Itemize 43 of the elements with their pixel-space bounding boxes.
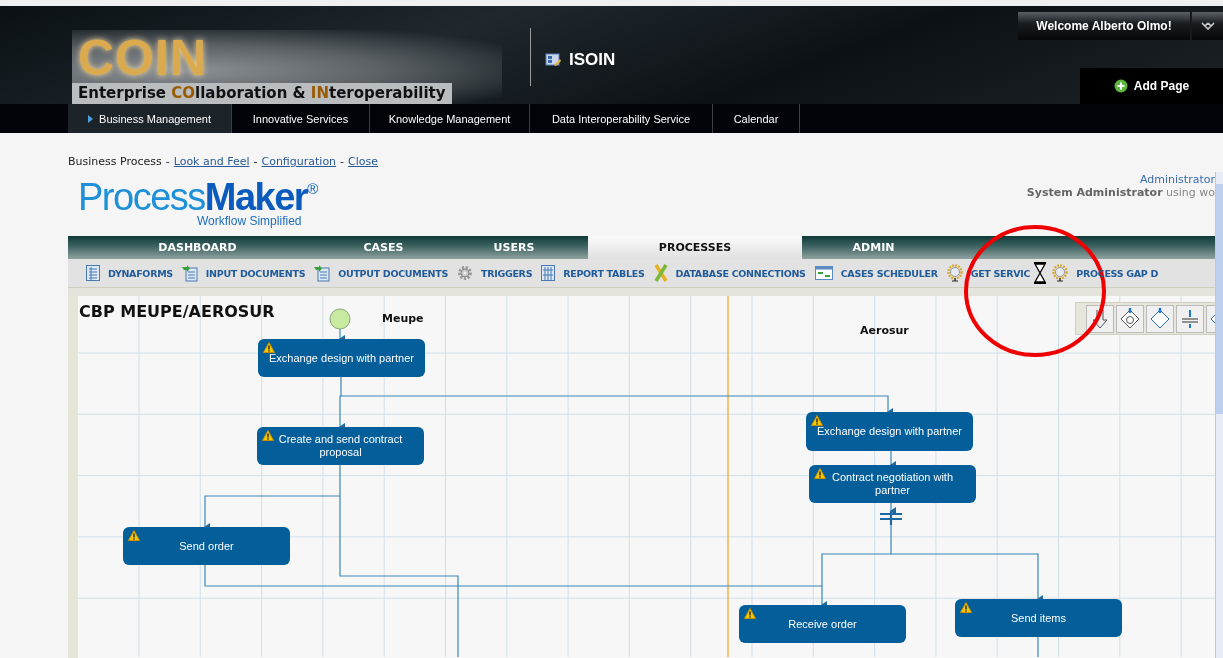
task-label: Send order — [179, 539, 234, 553]
menu-tab[interactable]: DASHBOARD — [68, 236, 327, 259]
task-label: Exchange design with partner — [817, 425, 962, 438]
nav-tab[interactable]: Business Management — [68, 104, 232, 133]
task-label: Contract negotiation with partner — [830, 471, 955, 497]
logo-tagline: Enterprise COllaboration & INteroperability — [72, 83, 452, 104]
separator-text: - — [340, 155, 345, 169]
toolbar-item[interactable]: OUTPUT DOCUMENTS — [314, 264, 448, 282]
breadcrumb-link[interactable]: Close — [348, 155, 379, 169]
separator-text: - — [165, 155, 170, 169]
breadcrumb-link[interactable]: Look and Feel — [173, 155, 250, 169]
add-page-button[interactable]: Add Page — [1080, 68, 1223, 104]
nav-tab[interactable]: Data Interoperability Service — [530, 104, 713, 133]
task-label: Receive order — [788, 617, 857, 631]
menu-tab[interactable]: CASES — [327, 236, 440, 259]
user-note: using wo — [1166, 186, 1215, 199]
toolbar-item[interactable]: REPORT TABLES — [541, 265, 645, 281]
task-label: Exchange design with partner — [269, 351, 414, 365]
menu-tab[interactable]: PROCESSES — [588, 236, 802, 259]
toolbar-item[interactable]: INPUT DOCUMENTS — [181, 264, 306, 282]
site-name: ISOIN — [569, 50, 616, 70]
toolbar-item[interactable]: DYNAFORMS — [86, 265, 173, 281]
welcome-button[interactable]: Welcome Alberto Olmo! — [1018, 12, 1190, 40]
nav-tab[interactable]: Knowledge Management — [370, 104, 530, 133]
lane-label: Aerosur — [860, 324, 909, 337]
menu-tab[interactable]: ADMIN — [802, 236, 945, 259]
toolbar-item[interactable]: TRIGGERS — [457, 265, 533, 281]
breadcrumb-link[interactable]: Configuration — [261, 155, 337, 169]
task-label: Create and send contract proposal — [277, 433, 404, 459]
separator-text: - — [253, 155, 258, 169]
user-name: System Administrator — [1026, 186, 1163, 199]
task-label: Send items — [1011, 611, 1066, 625]
user-role-link[interactable]: Administrator — [1140, 173, 1215, 186]
menu-tab[interactable]: USERS — [440, 236, 588, 259]
toolbar-item[interactable]: GET SERVIC — [946, 264, 1031, 282]
lane-label: Meupe — [382, 312, 424, 325]
toolbar-item[interactable]: DATABASE CONNECTIONS — [653, 264, 806, 282]
nav-tab[interactable]: Innovative Services — [232, 104, 370, 133]
diagram-title: CBP MEUPE/AEROSUR — [79, 302, 275, 321]
nav-tab[interactable]: Calendar — [713, 104, 800, 133]
toolbar-item[interactable]: CASES SCHEDULER — [814, 266, 938, 280]
breadcrumb-label: Business Process — [68, 155, 162, 169]
logo-title: COIN — [77, 33, 208, 83]
